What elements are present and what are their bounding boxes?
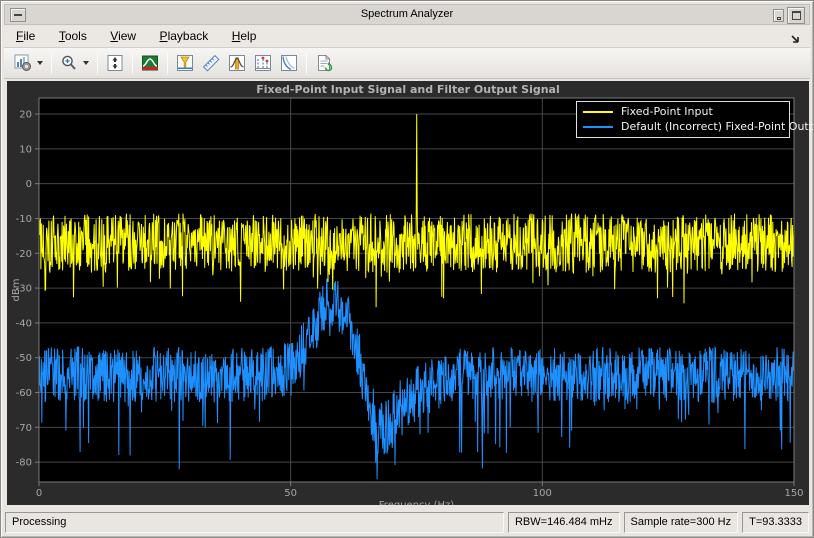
svg-text:50: 50: [284, 488, 297, 499]
legend-label: Fixed-Point Input: [621, 105, 713, 118]
window-title: Spectrum Analyzer: [5, 8, 809, 20]
zoom-in-icon: [60, 54, 78, 72]
svg-text:100: 100: [533, 488, 552, 499]
cursor-measurements-button[interactable]: [172, 51, 198, 76]
iconify-icon: [777, 17, 781, 20]
legend[interactable]: Fixed-Point Input Default (Incorrect) Fi…: [576, 101, 790, 138]
toolbar-separator: [306, 52, 307, 74]
playback-settings-button[interactable]: [311, 51, 337, 76]
svg-text:10: 10: [19, 144, 32, 155]
legend-line-sample: [583, 111, 613, 113]
toolbar-separator: [51, 52, 52, 74]
svg-text:20: 20: [19, 110, 32, 121]
svg-text:-50: -50: [16, 353, 32, 364]
zoom-button[interactable]: [56, 51, 82, 76]
status-time: T=93.3333: [742, 512, 809, 533]
distortion-measurements-button[interactable]: [250, 51, 276, 76]
menu-help[interactable]: Help: [225, 26, 264, 46]
ccdf-measurements-button[interactable]: [276, 51, 302, 76]
menu-view[interactable]: View: [103, 26, 143, 46]
menu-bar: File Tools View Playback Help: [4, 26, 810, 48]
iconify-button[interactable]: [773, 9, 784, 22]
spectrum-settings-button[interactable]: [10, 51, 36, 76]
peak-finder-icon: [228, 54, 246, 72]
status-sample-rate: Sample rate=300 Hz: [624, 512, 739, 533]
toolbar-separator: [132, 52, 133, 74]
maximize-button[interactable]: [787, 7, 805, 24]
menu-playback[interactable]: Playback: [153, 26, 216, 46]
legend-line-sample: [583, 126, 613, 128]
distortion-measurements-icon: [254, 54, 272, 72]
svg-text:-70: -70: [16, 423, 32, 434]
ccdf-measurements-icon: [280, 54, 298, 72]
toolbar: [4, 48, 810, 79]
svg-text:0: 0: [26, 179, 32, 190]
spectrum-settings-icon: [14, 54, 32, 72]
autoscale-y-icon: [106, 54, 124, 72]
menu-tools[interactable]: Tools: [52, 26, 94, 46]
svg-text:-60: -60: [16, 388, 32, 399]
spectrum-view-icon: [141, 54, 159, 72]
spectrum-settings-dropdown[interactable]: [37, 61, 43, 65]
svg-text:0: 0: [36, 488, 42, 499]
svg-text:-80: -80: [16, 458, 32, 469]
svg-text:-10: -10: [16, 214, 32, 225]
plot-area[interactable]: 20100-10-20-30-40-50-60-70-80050100150Fr…: [7, 81, 809, 505]
overflow-arrow-icon[interactable]: [790, 32, 802, 44]
status-bar: Processing RBW=146.484 mHz Sample rate=3…: [4, 511, 810, 534]
autoscale-y-button[interactable]: [102, 51, 128, 76]
figure-area: Fixed-Point Input Signal and Filter Outp…: [7, 81, 809, 505]
svg-text:Frequency (Hz): Frequency (Hz): [379, 500, 455, 505]
svg-text:150: 150: [784, 488, 803, 499]
legend-entry: Fixed-Point Input: [583, 104, 785, 119]
cursor-measurements-icon: [176, 54, 194, 72]
svg-text:dBm: dBm: [11, 279, 22, 302]
status-rbw: RBW=146.484 mHz: [508, 512, 620, 533]
title-bar[interactable]: Spectrum Analyzer: [4, 4, 810, 25]
legend-entry: Default (Incorrect) Fixed-Point Output: [583, 119, 785, 134]
zoom-dropdown[interactable]: [83, 61, 89, 65]
status-message: Processing: [5, 512, 504, 533]
spectrum-view-button[interactable]: [137, 51, 163, 76]
playback-settings-icon: [315, 54, 333, 72]
peak-finder-button[interactable]: [224, 51, 250, 76]
svg-text:-20: -20: [16, 249, 32, 260]
svg-text:-40: -40: [16, 318, 32, 329]
toolbar-separator: [167, 52, 168, 74]
legend-label: Default (Incorrect) Fixed-Point Output: [621, 120, 814, 133]
signal-statistics-icon: [202, 54, 220, 72]
maximize-icon: [792, 11, 801, 20]
menu-file[interactable]: File: [9, 26, 42, 46]
spectrum-analyzer-window: Spectrum Analyzer File Tools View Playba…: [0, 0, 814, 538]
signal-statistics-button[interactable]: [198, 51, 224, 76]
toolbar-separator: [97, 52, 98, 74]
